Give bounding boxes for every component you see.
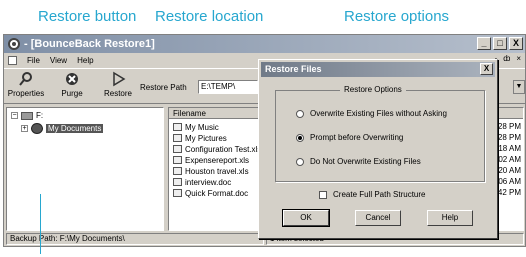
purge-label: Purge — [61, 89, 83, 98]
spreadsheet-icon — [173, 167, 182, 175]
restore-options-group: Restore Options Overwrite Existing Files… — [275, 85, 485, 182]
callout-pointer-line — [40, 194, 41, 254]
tree-drive-label: F: — [36, 111, 44, 120]
option-label: Overwrite Existing Files without Asking — [310, 109, 447, 118]
checkbox[interactable] — [319, 190, 327, 199]
restore-path-input[interactable]: E:\TEMP\ — [198, 80, 258, 94]
title-bar[interactable]: - [BounceBack Restore1] _ □ X — [4, 35, 525, 53]
column-header-filename[interactable]: Filename — [173, 109, 206, 118]
play-icon — [109, 71, 127, 87]
spreadsheet-icon — [173, 145, 182, 153]
list-item[interactable]: My Music — [173, 122, 219, 132]
file-name: Quick Format.doc — [185, 188, 249, 198]
radio-button-selected[interactable] — [296, 133, 304, 142]
checkbox-label: Create Full Path Structure — [333, 190, 426, 199]
file-name: My Music — [185, 122, 219, 132]
app-icon — [8, 38, 20, 50]
restore-path-dropdown[interactable]: ▼ — [513, 80, 525, 94]
collapse-icon[interactable]: − — [11, 112, 18, 119]
folder-icon — [173, 134, 182, 142]
list-item[interactable]: My Pictures — [173, 133, 227, 143]
restore-button[interactable]: Restore — [98, 71, 138, 98]
restore-label: Restore — [103, 89, 132, 98]
file-name: My Pictures — [185, 133, 227, 143]
dialog-close-button[interactable]: X — [480, 63, 493, 75]
menu-file[interactable]: File — [27, 56, 40, 65]
radio-button[interactable] — [296, 109, 304, 118]
folder-icon — [31, 123, 43, 134]
document-icon — [173, 189, 182, 197]
restore-path-label: Restore Path — [140, 83, 187, 92]
help-button[interactable]: Help — [427, 210, 473, 226]
tree-folder-label: My Documents — [46, 124, 104, 133]
callout-restore-options: Restore options — [344, 8, 450, 25]
minimize-button[interactable]: _ — [477, 37, 491, 50]
restore-options-title: Restore Options — [340, 85, 406, 94]
folder-tree: − F: + My Documents — [6, 107, 164, 231]
file-name: interview.doc — [185, 177, 232, 187]
mdi-restore-button[interactable]: ȸ — [503, 54, 510, 63]
menu-help[interactable]: Help — [77, 56, 93, 65]
file-name: Configuration Test.xls — [185, 144, 262, 154]
ok-button[interactable]: OK — [282, 209, 330, 227]
purge-button[interactable]: Purge — [52, 71, 92, 98]
radio-button[interactable] — [296, 157, 304, 166]
tree-item-my-documents[interactable]: + My Documents — [21, 123, 104, 134]
close-button[interactable]: X — [509, 37, 523, 50]
dialog-title: Restore Files — [265, 64, 322, 74]
list-item[interactable]: Configuration Test.xls — [173, 144, 261, 154]
file-name: Houston travel.xls — [185, 166, 249, 176]
properties-label: Properties — [7, 89, 45, 98]
option-prompt-before-overwriting[interactable]: Prompt before Overwriting — [296, 133, 403, 142]
dialog-title-bar[interactable]: Restore Files X — [261, 62, 495, 77]
magnifier-icon — [17, 71, 35, 87]
option-label: Do Not Overwrite Existing Files — [310, 157, 421, 166]
list-item[interactable]: Quick Format.doc — [173, 188, 248, 198]
menu-view[interactable]: View — [50, 56, 67, 65]
cancel-button[interactable]: Cancel — [355, 210, 401, 226]
option-do-not-overwrite[interactable]: Do Not Overwrite Existing Files — [296, 157, 421, 166]
list-item[interactable]: interview.doc — [173, 177, 231, 187]
document-icon — [173, 178, 182, 186]
callout-restore-location: Restore location — [155, 8, 264, 25]
list-item[interactable]: Expensereport.xls — [173, 155, 249, 165]
status-backup-path: Backup Path: F:\My Documents\ — [6, 233, 264, 245]
option-label: Prompt before Overwriting — [310, 133, 404, 142]
callout-restore-button: Restore button — [38, 8, 137, 25]
document-icon — [8, 55, 17, 65]
list-item[interactable]: Houston travel.xls — [173, 166, 249, 176]
file-name: Expensereport.xls — [185, 155, 250, 165]
restore-files-dialog: Restore Files X Restore Options Overwrit… — [258, 59, 498, 239]
window-title: - [BounceBack Restore1] — [24, 38, 155, 50]
spreadsheet-icon — [173, 156, 182, 164]
option-overwrite-without-asking[interactable]: Overwrite Existing Files without Asking — [296, 109, 447, 118]
tree-item-drive[interactable]: − F: — [11, 111, 43, 120]
drive-icon — [21, 111, 33, 120]
mdi-close-button[interactable]: × — [516, 54, 521, 63]
expand-icon[interactable]: + — [21, 125, 28, 132]
create-full-path-option[interactable]: Create Full Path Structure — [319, 190, 425, 199]
purge-icon — [63, 71, 81, 87]
folder-icon — [173, 123, 182, 131]
maximize-button[interactable]: □ — [493, 37, 507, 50]
properties-button[interactable]: Properties — [6, 71, 46, 98]
